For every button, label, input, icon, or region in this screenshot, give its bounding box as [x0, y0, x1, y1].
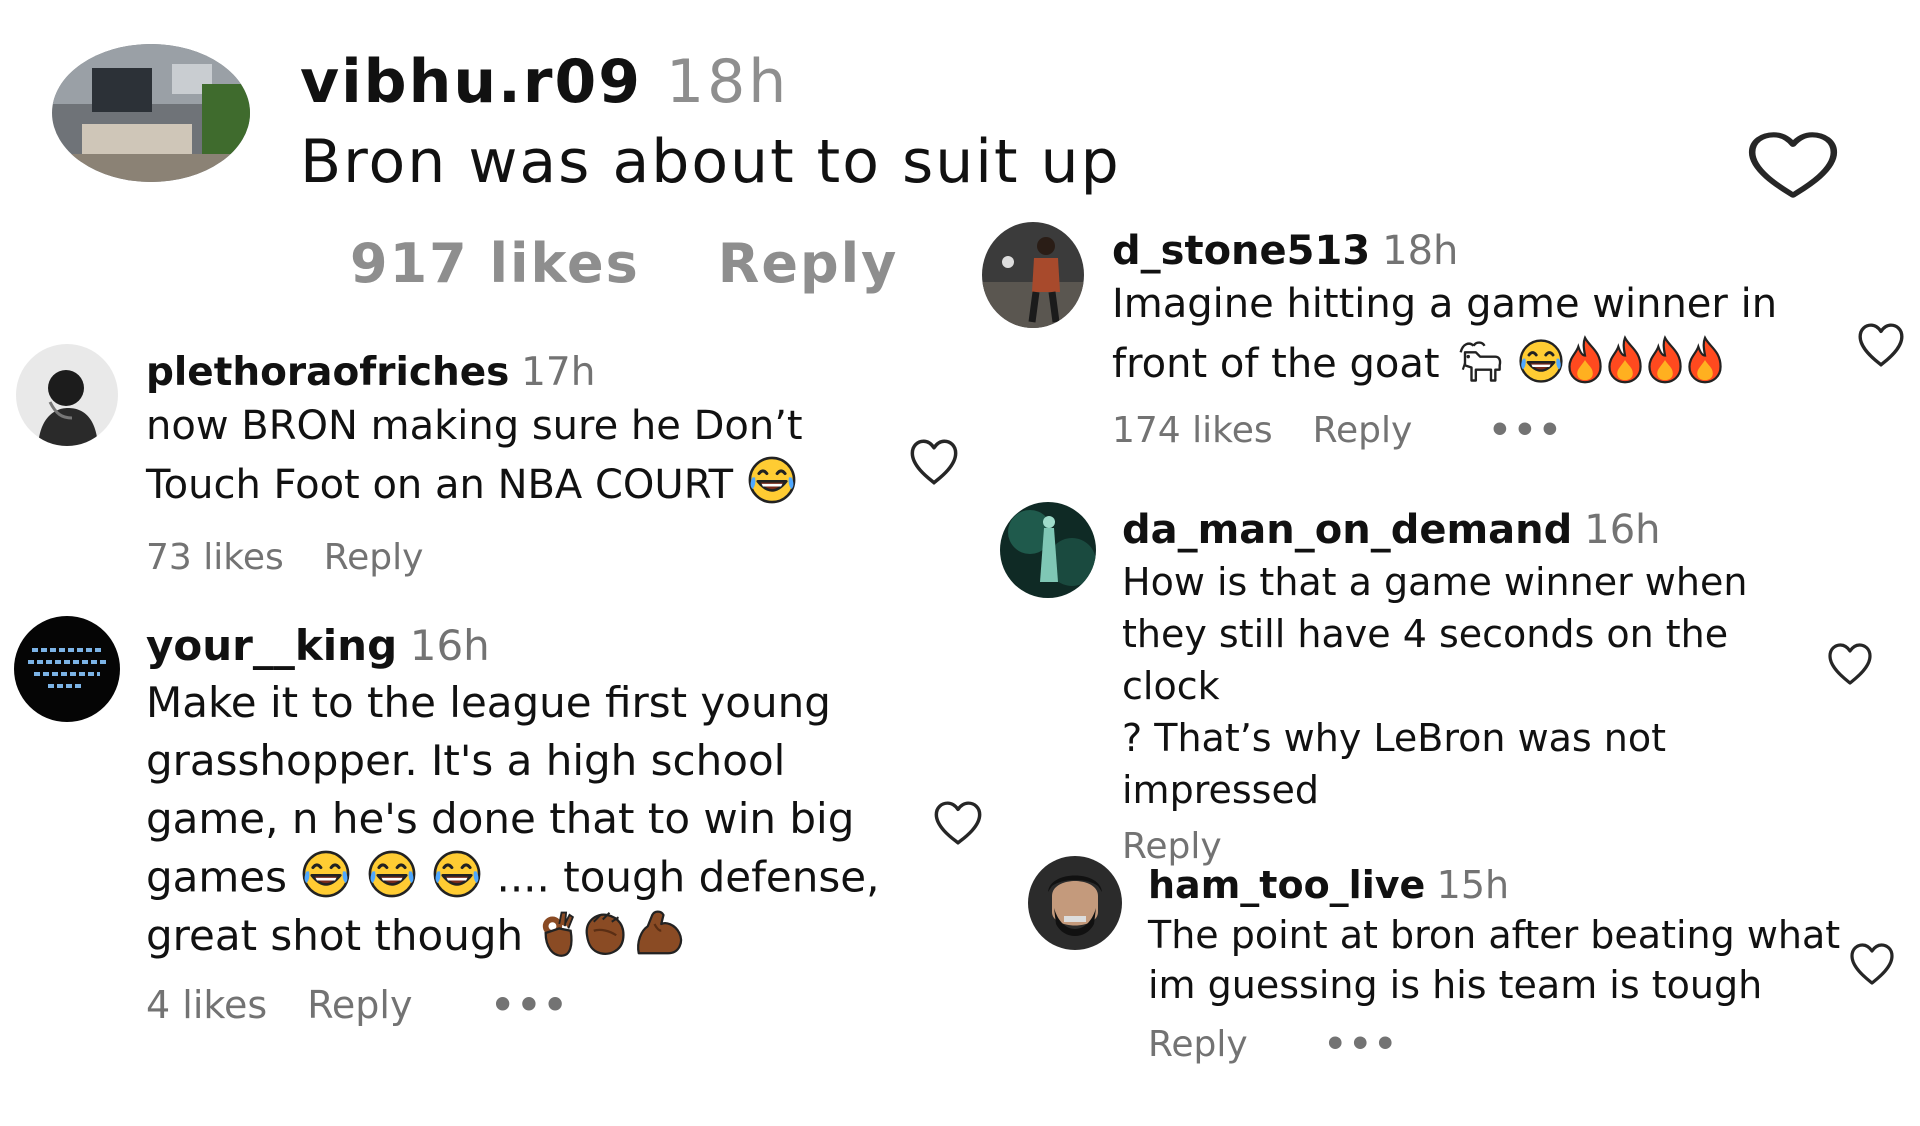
username[interactable]: vibhu.r09 [300, 47, 642, 117]
likes-count[interactable]: 73 likes [146, 537, 284, 578]
comment-text-line: grasshopper. It's a high school [146, 736, 786, 785]
comment-text-line: How is that a game winner when [1122, 560, 1748, 604]
avatar[interactable] [52, 44, 250, 182]
username[interactable]: your__king [146, 621, 397, 670]
more-options-icon[interactable]: ••• [1324, 1024, 1399, 1065]
comment-text-line: game, n he's done that to win big [146, 794, 855, 843]
face-with-tears-of-joy-emoji [366, 848, 418, 900]
like-heart-icon[interactable] [908, 438, 960, 486]
goat-emoji [1452, 337, 1504, 385]
avatar[interactable] [1000, 502, 1096, 598]
comment-actions: 73 likes Reply [146, 537, 906, 578]
timestamp: 16h [409, 621, 490, 670]
fire-emoji [1685, 335, 1725, 385]
fire-emoji [1565, 335, 1605, 385]
comment-text-line: ? That’s why LeBron was not [1122, 716, 1667, 760]
face-with-tears-of-joy-emoji [431, 848, 483, 900]
comment-actions: 917 likes Reply [350, 232, 898, 295]
more-options-icon[interactable]: ••• [1488, 410, 1563, 451]
like-heart-icon[interactable] [1826, 642, 1874, 686]
comment-text: How is that a game winner when they stil… [1122, 556, 1822, 816]
like-heart-icon[interactable] [1848, 942, 1896, 986]
face-with-tears-of-joy-emoji [300, 848, 352, 900]
ok-hand-emoji [536, 908, 578, 958]
timestamp: 18h [1382, 228, 1459, 274]
comment-actions: 4 likes Reply ••• [146, 983, 886, 1027]
likes-count[interactable]: 174 likes [1112, 410, 1273, 451]
comment-text: Make it to the league first young grassh… [146, 674, 886, 965]
comment-text-line: The point at bron after beating what [1148, 913, 1841, 957]
comment-actions: 174 likes Reply ••• [1112, 410, 1792, 451]
reply-button[interactable]: Reply [718, 232, 899, 295]
comment-text-line: they still have 4 seconds on the clock [1122, 612, 1729, 708]
clapping-hands-emoji [578, 908, 632, 958]
comment-actions: Reply ••• [1148, 1024, 1848, 1065]
username[interactable]: ham_too_live [1148, 863, 1425, 907]
comment-text: The point at bron after beating what im … [1148, 910, 1848, 1010]
likes-count[interactable]: 4 likes [146, 983, 267, 1027]
reply-button[interactable]: Reply [1148, 1024, 1248, 1065]
avatar[interactable] [982, 222, 1084, 328]
flexed-biceps-emoji [632, 908, 686, 958]
reply-button[interactable]: Reply [307, 983, 412, 1027]
more-options-icon[interactable]: ••• [490, 983, 569, 1027]
comment-text-line: now BRON making sure he Don’t [146, 403, 803, 449]
comment-text-line: Imagine hitting a game winner in [1112, 281, 1778, 327]
reply-button[interactable]: Reply [1313, 410, 1413, 451]
comment-text-line: im guessing is his team is tough [1148, 963, 1763, 1007]
face-with-tears-of-joy-emoji [1517, 337, 1565, 385]
comment-text-line: .... tough defense, [496, 852, 880, 902]
comment-text: Bron was about to suit up [300, 127, 1121, 197]
comment-text-line: games [146, 852, 288, 902]
timestamp: 15h [1436, 863, 1510, 907]
comment-text-line: Make it to the league first young [146, 678, 831, 727]
username[interactable]: d_stone513 [1112, 228, 1370, 274]
like-heart-icon[interactable] [1744, 130, 1842, 200]
like-heart-icon[interactable] [1856, 322, 1906, 368]
comment-text-line: great shot though [146, 910, 524, 960]
comment-text-line: Touch Foot on an NBA COURT [146, 462, 734, 508]
fire-emoji [1605, 335, 1645, 385]
username[interactable]: plethoraofriches [146, 350, 509, 395]
comment-text: Imagine hitting a game winner in front o… [1112, 274, 1792, 394]
comment-text-line: front of the goat [1112, 341, 1440, 387]
fire-emoji [1645, 335, 1685, 385]
like-heart-icon[interactable] [932, 800, 984, 846]
comment-text: now BRON making sure he Don’t Touch Foot… [146, 398, 906, 513]
comment-text-line: impressed [1122, 768, 1319, 812]
face-with-tears-of-joy-emoji [746, 454, 798, 506]
likes-count[interactable]: 917 likes [350, 232, 640, 295]
username[interactable]: da_man_on_demand [1122, 507, 1572, 553]
timestamp: 16h [1584, 507, 1661, 553]
timestamp: 18h [665, 47, 790, 117]
avatar[interactable] [14, 616, 120, 722]
avatar[interactable] [16, 344, 118, 446]
avatar[interactable] [1028, 856, 1122, 950]
reply-button[interactable]: Reply [324, 537, 424, 578]
timestamp: 17h [521, 350, 596, 395]
